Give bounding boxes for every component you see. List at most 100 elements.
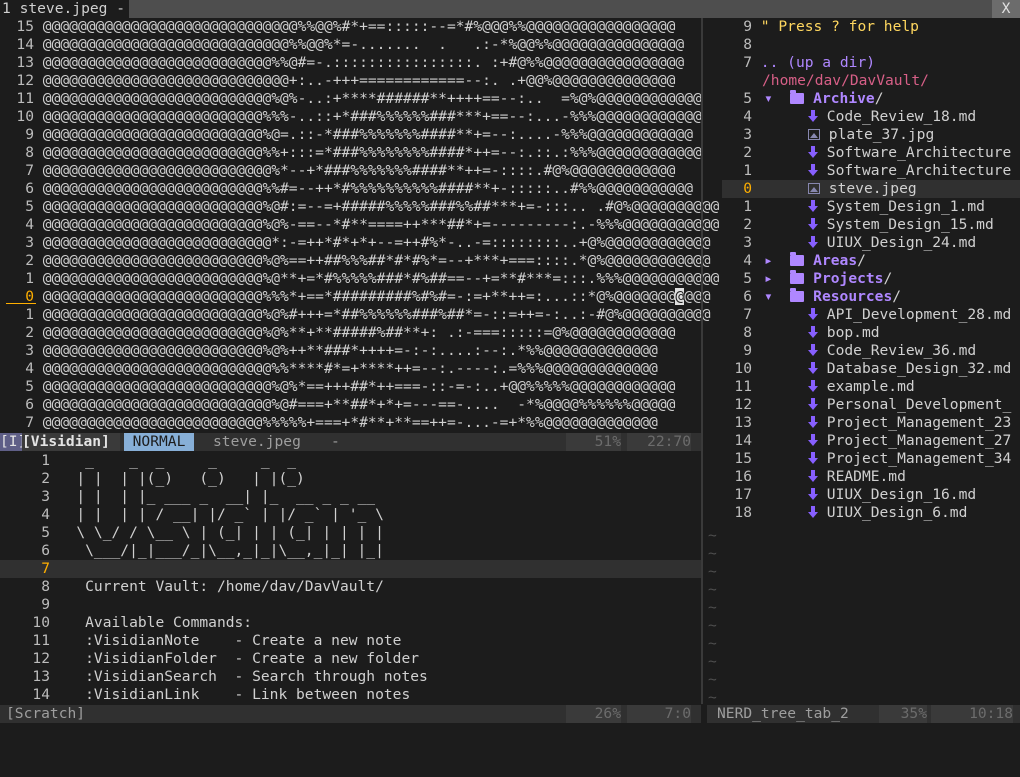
tree-file[interactable]: 14 Project_Management_27 xyxy=(722,432,1020,450)
tilde-marker: ~ xyxy=(708,581,717,598)
ascii-art-text: @@@@@@@@@@@@@@@@@@@@@@@@@%@%++**###*++++… xyxy=(42,342,658,359)
folder-label[interactable]: Resources xyxy=(813,288,892,305)
tree-blank-line[interactable]: 8 xyxy=(722,36,1020,54)
file-label[interactable]: UIUX_Design_16.md xyxy=(827,486,976,503)
line-number: 6 xyxy=(743,288,752,305)
file-label[interactable]: steve.jpeg xyxy=(829,180,917,197)
tree-file[interactable]: 4 Code_Review_18.md xyxy=(722,108,1020,126)
scratch-text: _ _ _ _ _ _ xyxy=(67,452,297,469)
folder-label[interactable]: Projects xyxy=(813,270,883,287)
file-label[interactable]: Code_Review_18.md xyxy=(827,108,976,125)
file-label[interactable]: Database_Design_32.md xyxy=(827,360,1012,377)
tree-file[interactable]: 17 UIUX_Design_16.md xyxy=(722,486,1020,504)
tree-position: 10:18 xyxy=(931,705,1013,723)
ascii-art-text: @@@@@@@@@@@@@@@@@@@@@@@@@@%@%*==+++##*++… xyxy=(42,378,676,395)
folder-label[interactable]: Areas xyxy=(813,252,857,269)
line-number: 2 xyxy=(743,144,752,161)
file-label[interactable]: System_Design_1.md xyxy=(827,198,985,215)
tree-file[interactable]: 1 Software_Architecture xyxy=(722,162,1020,180)
tree-up-dir[interactable]: 7 .. (up a dir) xyxy=(722,54,1020,72)
text-cursor: @ xyxy=(675,288,685,305)
tabline: 1 steve.jpeg - X xyxy=(0,0,1020,18)
status-modified: - xyxy=(331,433,340,450)
scratch-text: \ \_/ / \__ \ | (_| | | (_| | | | | xyxy=(67,524,384,541)
file-label[interactable]: Personal_Development_ xyxy=(827,396,1012,413)
collapsed-arrow-icon[interactable]: ▸ xyxy=(764,252,773,269)
tree-file[interactable]: 2 Software_Architecture xyxy=(722,144,1020,162)
expanded-arrow-icon[interactable]: ▾ xyxy=(764,288,773,305)
image-line: 2 @@@@@@@@@@@@@@@@@@@@@@@@@%@%**+**#####… xyxy=(0,324,701,342)
statusline-image: [I] [Visidian] NORMAL steve.jpeg - 51% 2… xyxy=(0,433,701,451)
tree-file[interactable]: 12 Personal_Development_ xyxy=(722,396,1020,414)
line-number: 16 xyxy=(734,468,752,485)
file-label[interactable]: UIUX_Design_24.md xyxy=(827,234,976,251)
tree-file[interactable]: 10 Database_Design_32.md xyxy=(722,360,1020,378)
file-label[interactable]: README.md xyxy=(827,468,906,485)
folder-label[interactable]: Archive xyxy=(813,90,875,107)
tree-file[interactable]: 15 Project_Management_34 xyxy=(722,450,1020,468)
markdown-file-icon xyxy=(808,506,818,519)
tree-folder[interactable]: 5 ▾ Archive/ xyxy=(722,90,1020,108)
expanded-arrow-icon[interactable]: ▾ xyxy=(764,90,773,107)
close-tab-button[interactable]: X xyxy=(992,0,1020,18)
line-number: 11 xyxy=(16,90,34,107)
vertical-split-divider[interactable] xyxy=(701,18,703,704)
tree-file[interactable]: 1 System_Design_1.md xyxy=(722,198,1020,216)
image-file-icon xyxy=(808,183,820,194)
image-line: 4 @@@@@@@@@@@@@@@@@@@@@@@@@@%%****#*=+**… xyxy=(0,360,701,378)
status-filename: steve.jpeg xyxy=(213,433,301,450)
up-dir-link[interactable]: .. (up a dir) xyxy=(761,54,875,71)
file-label[interactable]: API_Development_28.md xyxy=(827,306,1012,323)
tree-file[interactable]: 9 Code_Review_36.md xyxy=(722,342,1020,360)
markdown-file-icon xyxy=(808,236,818,249)
tree-help-line[interactable]: 9 " Press ? for help xyxy=(722,18,1020,36)
file-label[interactable]: UIUX_Design_6.md xyxy=(827,504,968,521)
file-label[interactable]: Project_Management_27 xyxy=(827,432,1012,449)
image-line: 5 @@@@@@@@@@@@@@@@@@@@@@@@@@%@%*==+++##*… xyxy=(0,378,701,396)
tree-file[interactable]: 16 README.md xyxy=(722,468,1020,486)
tree-file[interactable]: 18 UIUX_Design_6.md xyxy=(722,504,1020,522)
tree-file[interactable]: 7 API_Development_28.md xyxy=(722,306,1020,324)
line-number: 12 xyxy=(16,72,34,89)
tree-folder[interactable]: 6 ▾ Resources/ xyxy=(722,288,1020,306)
line-number: 2 xyxy=(25,324,34,341)
root-path-text: /home/dav/DavVault/ xyxy=(762,72,929,89)
tilde-marker: ~ xyxy=(708,653,717,670)
ascii-art-text: @@@@@@@@@@@@@@@@@@@@@@@@@@%@#===+**##*+*… xyxy=(42,396,676,413)
line-number: 2 xyxy=(743,216,752,233)
tree-file[interactable]: 3 plate_37.jpg xyxy=(722,126,1020,144)
tree-file[interactable]: 8 bop.md xyxy=(722,324,1020,342)
image-line: 0 @@@@@@@@@@@@@@@@@@@@@@@@@%%%*+==*#####… xyxy=(0,288,711,306)
file-label[interactable]: plate_37.jpg xyxy=(829,126,934,143)
tree-file[interactable]: 0 steve.jpeg xyxy=(722,180,1020,198)
file-label[interactable]: Project_Management_34 xyxy=(827,450,1012,467)
image-line: 4 @@@@@@@@@@@@@@@@@@@@@@@@@%@%-==--*#**=… xyxy=(0,216,719,234)
tree-file[interactable]: 11 example.md xyxy=(722,378,1020,396)
file-label[interactable]: Project_Management_23 xyxy=(827,414,1012,431)
scratch-line: 12 :VisidianFolder - Create a new folder xyxy=(0,650,701,668)
tree-file[interactable]: 3 UIUX_Design_24.md xyxy=(722,234,1020,252)
file-label[interactable]: Software_Architecture xyxy=(827,144,1012,161)
line-number: 3 xyxy=(743,234,752,251)
file-label[interactable]: System_Design_15.md xyxy=(827,216,994,233)
tree-file[interactable]: 2 System_Design_15.md xyxy=(722,216,1020,234)
scratch-line: 11 :VisidianNote - Create a new note xyxy=(0,632,701,650)
tab-steve-jpeg[interactable]: 1 steve.jpeg - xyxy=(0,0,130,18)
image-line: 5 @@@@@@@@@@@@@@@@@@@@@@@@@%@#:=--=+####… xyxy=(0,198,719,216)
tilde-marker: ~ xyxy=(708,563,717,580)
line-number: 9 xyxy=(743,342,752,359)
ascii-art-text: @@@@@@@@@@@@@@@@@@@@@@@@@%%%-..::+*###%%… xyxy=(42,108,702,125)
tree-file[interactable]: 13 Project_Management_23 xyxy=(722,414,1020,432)
tree-folder[interactable]: 5 ▸ Projects/ xyxy=(722,270,1020,288)
scratch-line: 4 | | | | / __| |/ _` | |/ _` | '_ \ xyxy=(0,506,701,524)
line-number: 3 xyxy=(743,126,752,143)
line-number: 14 xyxy=(16,36,34,53)
file-label[interactable]: Software_Architecture xyxy=(827,162,1012,179)
collapsed-arrow-icon[interactable]: ▸ xyxy=(764,270,773,287)
file-label[interactable]: example.md xyxy=(827,378,915,395)
tree-folder[interactable]: 4 ▸ Areas/ xyxy=(722,252,1020,270)
scratch-text: :VisidianFolder - Create a new folder xyxy=(67,650,420,667)
file-label[interactable]: Code_Review_36.md xyxy=(827,342,976,359)
file-label[interactable]: bop.md xyxy=(827,324,880,341)
mode-indicator: NORMAL xyxy=(124,433,194,451)
